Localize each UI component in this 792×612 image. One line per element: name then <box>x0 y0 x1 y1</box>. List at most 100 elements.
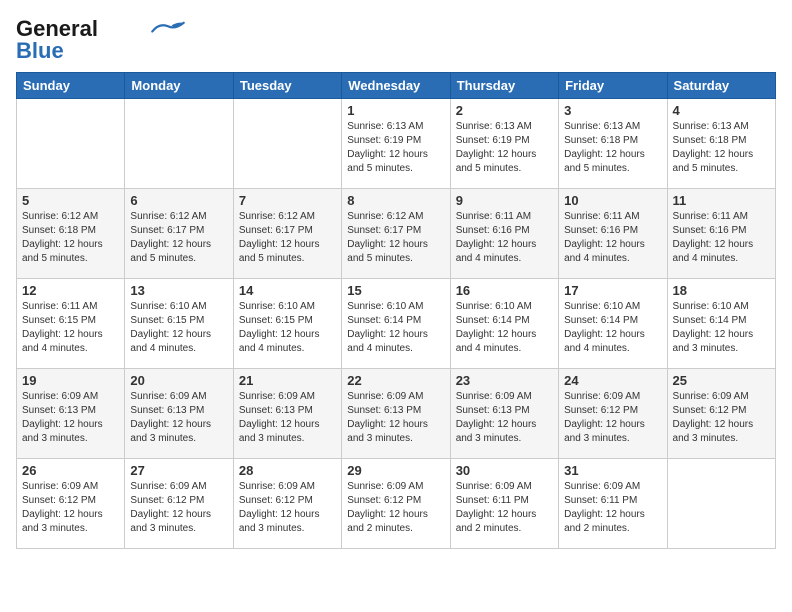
day-info: Sunrise: 6:09 AMSunset: 6:12 PMDaylight:… <box>22 480 119 536</box>
day-info: Sunrise: 6:09 AMSunset: 6:11 PMDaylight:… <box>456 480 553 536</box>
calendar-cell: 1 Sunrise: 6:13 AMSunset: 6:19 PMDaylight… <box>342 99 450 189</box>
day-number: 26 <box>22 463 119 478</box>
calendar-cell: 22 Sunrise: 6:09 AMSunset: 6:13 PMDayligh… <box>342 369 450 459</box>
day-info: Sunrise: 6:09 AMSunset: 6:12 PMDaylight:… <box>673 390 770 446</box>
day-number: 18 <box>673 283 770 298</box>
day-info: Sunrise: 6:11 AMSunset: 6:16 PMDaylight:… <box>673 210 770 266</box>
calendar-cell: 25 Sunrise: 6:09 AMSunset: 6:12 PMDayligh… <box>667 369 775 459</box>
calendar-cell: 23 Sunrise: 6:09 AMSunset: 6:13 PMDayligh… <box>450 369 558 459</box>
day-info: Sunrise: 6:13 AMSunset: 6:19 PMDaylight:… <box>456 120 553 176</box>
day-info: Sunrise: 6:10 AMSunset: 6:15 PMDaylight:… <box>130 300 227 356</box>
logo: General Blue <box>16 16 186 64</box>
calendar-cell: 19 Sunrise: 6:09 AMSunset: 6:13 PMDayligh… <box>17 369 125 459</box>
day-number: 10 <box>564 193 661 208</box>
day-number: 23 <box>456 373 553 388</box>
day-number: 8 <box>347 193 444 208</box>
day-number: 22 <box>347 373 444 388</box>
calendar-cell: 26 Sunrise: 6:09 AMSunset: 6:12 PMDayligh… <box>17 459 125 549</box>
day-number: 12 <box>22 283 119 298</box>
day-number: 21 <box>239 373 336 388</box>
calendar-cell <box>233 99 341 189</box>
calendar-cell: 18 Sunrise: 6:10 AMSunset: 6:14 PMDayligh… <box>667 279 775 369</box>
calendar-cell: 13 Sunrise: 6:10 AMSunset: 6:15 PMDayligh… <box>125 279 233 369</box>
day-info: Sunrise: 6:10 AMSunset: 6:14 PMDaylight:… <box>673 300 770 356</box>
day-number: 2 <box>456 103 553 118</box>
calendar-cell: 15 Sunrise: 6:10 AMSunset: 6:14 PMDayligh… <box>342 279 450 369</box>
day-info: Sunrise: 6:10 AMSunset: 6:14 PMDaylight:… <box>564 300 661 356</box>
calendar-cell: 27Sunrise: 6:09 AMSunset: 6:12 PMDayligh… <box>125 459 233 549</box>
day-number: 31 <box>564 463 661 478</box>
logo-blue: Blue <box>16 38 64 64</box>
calendar-cell: 28 Sunrise: 6:09 AMSunset: 6:12 PMDayligh… <box>233 459 341 549</box>
day-header-wednesday: Wednesday <box>342 73 450 99</box>
day-number: 17 <box>564 283 661 298</box>
day-info: Sunrise: 6:13 AMSunset: 6:18 PMDaylight:… <box>673 120 770 176</box>
calendar-cell: 3 Sunrise: 6:13 AMSunset: 6:18 PMDaylight… <box>559 99 667 189</box>
day-info: Sunrise: 6:11 AMSunset: 6:16 PMDaylight:… <box>456 210 553 266</box>
day-number: 4 <box>673 103 770 118</box>
day-info: Sunrise: 6:12 AMSunset: 6:17 PMDaylight:… <box>347 210 444 266</box>
day-number: 15 <box>347 283 444 298</box>
day-number: 5 <box>22 193 119 208</box>
day-number: 11 <box>673 193 770 208</box>
calendar-cell: 20 Sunrise: 6:09 AMSunset: 6:13 PMDayligh… <box>125 369 233 459</box>
day-number: 19 <box>22 373 119 388</box>
calendar-cell <box>667 459 775 549</box>
day-number: 14 <box>239 283 336 298</box>
day-header-saturday: Saturday <box>667 73 775 99</box>
calendar-cell: 4 Sunrise: 6:13 AMSunset: 6:18 PMDaylight… <box>667 99 775 189</box>
calendar-cell <box>125 99 233 189</box>
calendar-cell: 5 Sunrise: 6:12 AMSunset: 6:18 PMDaylight… <box>17 189 125 279</box>
day-info: Sunrise: 6:11 AMSunset: 6:15 PMDaylight:… <box>22 300 119 356</box>
day-info: Sunrise: 6:13 AMSunset: 6:18 PMDaylight:… <box>564 120 661 176</box>
day-number: 9 <box>456 193 553 208</box>
day-number: 6 <box>130 193 227 208</box>
day-info: Sunrise: 6:11 AMSunset: 6:16 PMDaylight:… <box>564 210 661 266</box>
day-number: 16 <box>456 283 553 298</box>
day-number: 25 <box>673 373 770 388</box>
calendar-cell: 16 Sunrise: 6:10 AMSunset: 6:14 PMDayligh… <box>450 279 558 369</box>
day-number: 28 <box>239 463 336 478</box>
day-info: Sunrise: 6:09 AMSunset: 6:12 PMDaylight:… <box>347 480 444 536</box>
calendar-cell: 12 Sunrise: 6:11 AMSunset: 6:15 PMDayligh… <box>17 279 125 369</box>
day-number: 24 <box>564 373 661 388</box>
day-info: Sunrise: 6:09 AMSunset: 6:13 PMDaylight:… <box>22 390 119 446</box>
day-info: Sunrise: 6:10 AMSunset: 6:15 PMDaylight:… <box>239 300 336 356</box>
day-info: Sunrise: 6:10 AMSunset: 6:14 PMDaylight:… <box>347 300 444 356</box>
day-info: Sunrise: 6:12 AMSunset: 6:17 PMDaylight:… <box>130 210 227 266</box>
day-header-tuesday: Tuesday <box>233 73 341 99</box>
day-number: 30 <box>456 463 553 478</box>
calendar-cell: 29 Sunrise: 6:09 AMSunset: 6:12 PMDayligh… <box>342 459 450 549</box>
day-header-friday: Friday <box>559 73 667 99</box>
day-header-monday: Monday <box>125 73 233 99</box>
calendar-cell: 21 Sunrise: 6:09 AMSunset: 6:13 PMDayligh… <box>233 369 341 459</box>
day-number: 27 <box>130 463 227 478</box>
day-number: 3 <box>564 103 661 118</box>
day-info: Sunrise: 6:09 AMSunset: 6:12 PMDaylight:… <box>239 480 336 536</box>
calendar-cell: 7 Sunrise: 6:12 AMSunset: 6:17 PMDaylight… <box>233 189 341 279</box>
day-number: 1 <box>347 103 444 118</box>
day-number: 7 <box>239 193 336 208</box>
logo-bird-icon <box>150 21 186 35</box>
calendar-cell: 9 Sunrise: 6:11 AMSunset: 6:16 PMDaylight… <box>450 189 558 279</box>
day-header-thursday: Thursday <box>450 73 558 99</box>
day-info: Sunrise: 6:09 AMSunset: 6:13 PMDaylight:… <box>130 390 227 446</box>
day-number: 13 <box>130 283 227 298</box>
day-info: Sunrise: 6:10 AMSunset: 6:14 PMDaylight:… <box>456 300 553 356</box>
day-info: Sunrise: 6:13 AMSunset: 6:19 PMDaylight:… <box>347 120 444 176</box>
day-info: Sunrise: 6:09 AMSunset: 6:13 PMDaylight:… <box>347 390 444 446</box>
day-number: 29 <box>347 463 444 478</box>
calendar-table: SundayMondayTuesdayWednesdayThursdayFrid… <box>16 72 776 549</box>
calendar-cell: 14 Sunrise: 6:10 AMSunset: 6:15 PMDayligh… <box>233 279 341 369</box>
day-info: Sunrise: 6:12 AMSunset: 6:18 PMDaylight:… <box>22 210 119 266</box>
calendar-cell <box>17 99 125 189</box>
day-info: Sunrise: 6:09 AMSunset: 6:11 PMDaylight:… <box>564 480 661 536</box>
header: General Blue <box>16 16 776 64</box>
day-number: 20 <box>130 373 227 388</box>
day-info: Sunrise: 6:12 AMSunset: 6:17 PMDaylight:… <box>239 210 336 266</box>
calendar-cell: 11 Sunrise: 6:11 AMSunset: 6:16 PMDayligh… <box>667 189 775 279</box>
day-info: Sunrise: 6:09 AMSunset: 6:13 PMDaylight:… <box>239 390 336 446</box>
calendar-cell: 6 Sunrise: 6:12 AMSunset: 6:17 PMDaylight… <box>125 189 233 279</box>
day-info: Sunrise: 6:09 AMSunset: 6:12 PMDaylight:… <box>564 390 661 446</box>
day-info: Sunrise: 6:09 AMSunset: 6:13 PMDaylight:… <box>456 390 553 446</box>
